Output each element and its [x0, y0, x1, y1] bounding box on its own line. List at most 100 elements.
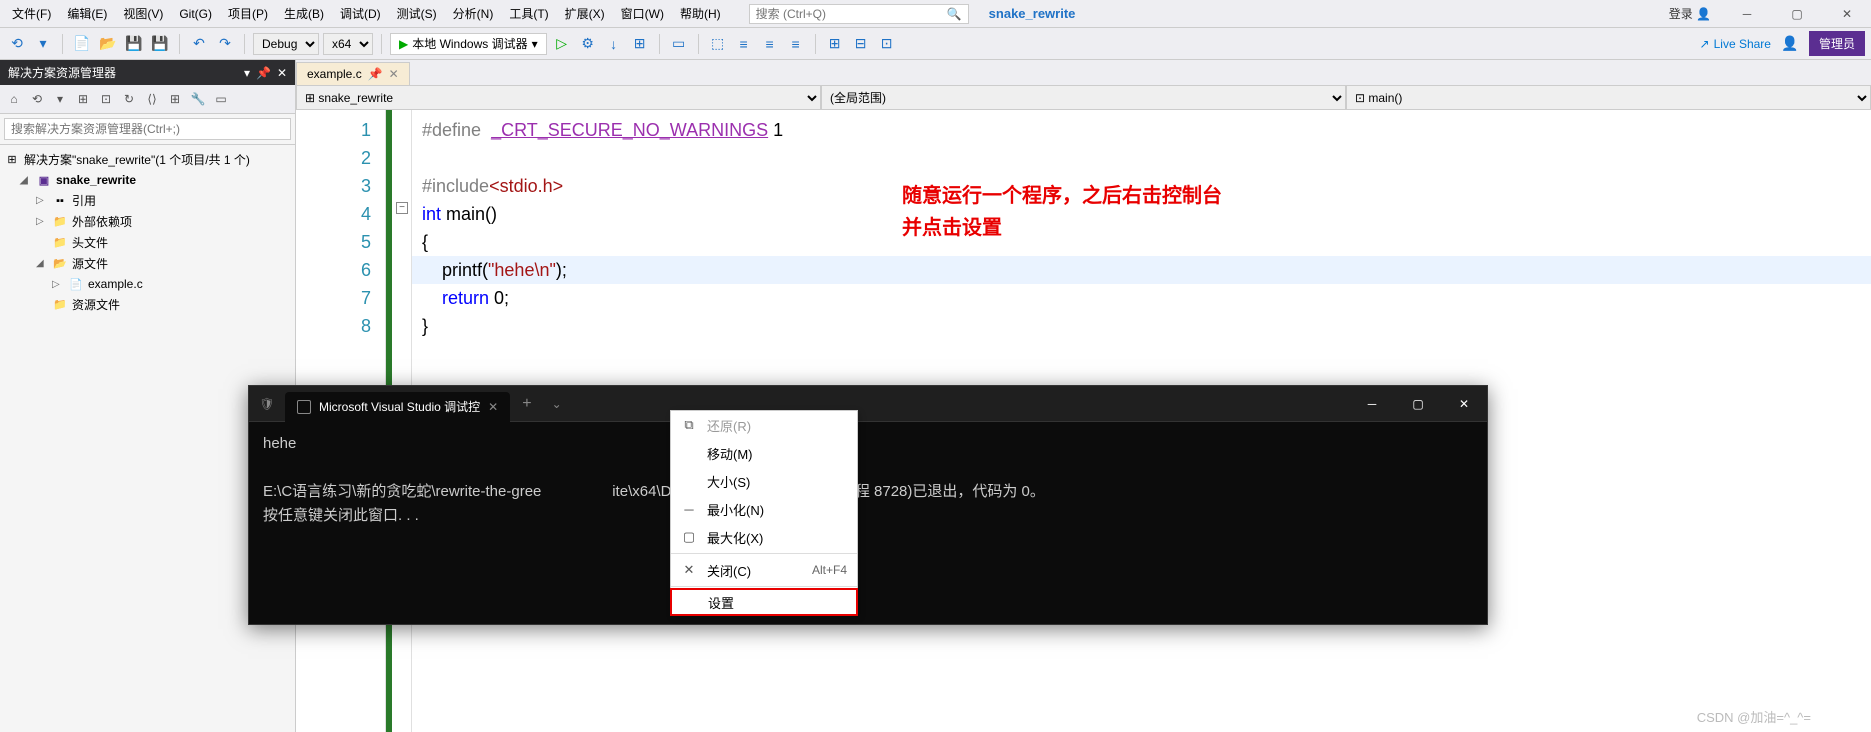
- tool-icon-6[interactable]: ≡: [733, 33, 755, 55]
- project-icon: ▣: [36, 172, 52, 188]
- start-debug-button[interactable]: ▶ 本地 Windows 调试器 ▾: [390, 33, 547, 55]
- menu-window[interactable]: 窗口(W): [613, 1, 672, 26]
- menu-build[interactable]: 生成(B): [276, 1, 332, 26]
- expand-icon[interactable]: ▷: [36, 216, 48, 227]
- close-icon: ✕: [681, 562, 697, 578]
- nav-back-icon[interactable]: ⟲: [6, 33, 28, 55]
- open-icon[interactable]: 📂: [97, 33, 119, 55]
- tool-icon-11[interactable]: ⊡: [876, 33, 898, 55]
- terminal-titlebar[interactable]: 🛡 Microsoft Visual Studio 调试控 ✕ + ⌄ ─ ▢ …: [249, 386, 1487, 422]
- sol-tool-6[interactable]: ↻: [119, 89, 139, 109]
- maximize-button[interactable]: ▢: [1395, 386, 1441, 422]
- ctx-settings[interactable]: 设置: [670, 588, 858, 616]
- menu-project[interactable]: 项目(P): [220, 1, 276, 26]
- menu-analyze[interactable]: 分析(N): [445, 1, 502, 26]
- terminal-tab[interactable]: Microsoft Visual Studio 调试控 ✕: [285, 392, 510, 422]
- vs-icon: [297, 400, 311, 414]
- sol-tool-2[interactable]: ⟲: [27, 89, 47, 109]
- minimize-button[interactable]: ─: [1349, 386, 1395, 422]
- config-select[interactable]: Debug: [253, 33, 319, 55]
- new-file-icon[interactable]: 📄: [71, 33, 93, 55]
- menu-git[interactable]: Git(G): [171, 3, 220, 25]
- menu-test[interactable]: 测试(S): [389, 1, 445, 26]
- menu-help[interactable]: 帮助(H): [672, 1, 729, 26]
- expand-icon[interactable]: ▷: [52, 279, 64, 290]
- solution-root[interactable]: ⊞解决方案"snake_rewrite"(1 个项目/共 1 个): [0, 149, 295, 170]
- nav-scope-select[interactable]: (全局范围): [821, 86, 1346, 110]
- restore-icon: ⧉: [681, 417, 697, 433]
- wrench-icon[interactable]: 🔧: [188, 89, 208, 109]
- menu-file[interactable]: 文件(F): [4, 1, 59, 26]
- menu-extensions[interactable]: 扩展(X): [557, 1, 613, 26]
- expand-icon[interactable]: ◢: [36, 258, 48, 269]
- menu-tools[interactable]: 工具(T): [501, 1, 556, 26]
- menu-edit[interactable]: 编辑(E): [59, 1, 115, 26]
- tab-example-c[interactable]: example.c 📌 ✕: [296, 62, 410, 85]
- expand-icon[interactable]: ▷: [36, 195, 48, 206]
- play-icon: ▶: [399, 37, 408, 51]
- platform-select[interactable]: x64: [323, 33, 373, 55]
- solution-explorer-title: 解决方案资源管理器 ▾📌✕: [0, 60, 295, 85]
- ctx-close[interactable]: ✕关闭(C)Alt+F4: [671, 556, 857, 584]
- sign-in-button[interactable]: 登录 👤: [1663, 1, 1717, 26]
- headers-node[interactable]: 📁头文件: [0, 232, 295, 253]
- sol-tool-4[interactable]: ⊞: [73, 89, 93, 109]
- global-search[interactable]: 🔍: [749, 4, 969, 24]
- references-node[interactable]: ▷▪▪引用: [0, 190, 295, 211]
- home-icon[interactable]: ⌂: [4, 89, 24, 109]
- sol-tool-10[interactable]: ▭: [211, 89, 231, 109]
- minimize-button[interactable]: ─: [1727, 2, 1767, 26]
- save-all-icon[interactable]: 💾: [149, 33, 171, 55]
- close-icon[interactable]: ✕: [488, 400, 498, 414]
- pin-icon[interactable]: 📌: [256, 66, 271, 80]
- resources-node[interactable]: 📁资源文件: [0, 294, 295, 315]
- close-icon[interactable]: ✕: [277, 66, 287, 80]
- ctx-move[interactable]: 移动(M): [671, 439, 857, 467]
- undo-icon[interactable]: ↶: [188, 33, 210, 55]
- close-button[interactable]: ✕: [1827, 2, 1867, 26]
- sol-tool-8[interactable]: ⊞: [165, 89, 185, 109]
- tool-icon-5[interactable]: ⬚: [707, 33, 729, 55]
- menu-debug[interactable]: 调试(D): [332, 1, 389, 26]
- sol-tool-3[interactable]: ▾: [50, 89, 70, 109]
- external-deps-node[interactable]: ▷📁外部依赖项: [0, 211, 295, 232]
- new-tab-button[interactable]: +: [510, 395, 543, 413]
- source-file-node[interactable]: ▷📄example.c: [0, 274, 295, 294]
- live-share-button[interactable]: ↗ Live Share: [1700, 37, 1771, 51]
- project-node[interactable]: ◢▣snake_rewrite: [0, 170, 295, 190]
- feedback-icon[interactable]: 👤: [1779, 33, 1801, 55]
- tool-icon-1[interactable]: ⚙: [577, 33, 599, 55]
- sol-tool-7[interactable]: ⟨⟩: [142, 89, 162, 109]
- tool-icon-9[interactable]: ⊞: [824, 33, 846, 55]
- nav-project-select[interactable]: ⊞ snake_rewrite: [296, 86, 821, 110]
- terminal-body[interactable]: hehe E:\C语言练习\新的贪吃蛇\rewrite-the-gree ite…: [249, 422, 1487, 538]
- tool-icon-3[interactable]: ⊞: [629, 33, 651, 55]
- global-search-input[interactable]: [756, 7, 947, 21]
- menu-view[interactable]: 视图(V): [115, 1, 171, 26]
- sol-tool-5[interactable]: ⊡: [96, 89, 116, 109]
- solution-search-input[interactable]: [4, 118, 291, 140]
- tool-icon-10[interactable]: ⊟: [850, 33, 872, 55]
- close-icon[interactable]: ✕: [389, 67, 399, 81]
- start-nodebug-icon[interactable]: ▷: [551, 33, 573, 55]
- maximize-icon: ▢: [681, 529, 697, 545]
- pin-icon[interactable]: ▾: [244, 66, 250, 80]
- ctx-minimize[interactable]: ─最小化(N): [671, 495, 857, 523]
- expand-icon[interactable]: ◢: [20, 175, 32, 186]
- ctx-maximize[interactable]: ▢最大化(X): [671, 523, 857, 551]
- tool-icon-4[interactable]: ▭: [668, 33, 690, 55]
- tool-icon-8[interactable]: ≡: [785, 33, 807, 55]
- sources-node[interactable]: ◢📂源文件: [0, 253, 295, 274]
- close-button[interactable]: ✕: [1441, 386, 1487, 422]
- chevron-down-icon[interactable]: ⌄: [544, 397, 570, 411]
- collapse-icon[interactable]: −: [396, 202, 408, 214]
- tool-icon-2[interactable]: ↓: [603, 33, 625, 55]
- maximize-button[interactable]: ▢: [1777, 2, 1817, 26]
- ctx-size[interactable]: 大小(S): [671, 467, 857, 495]
- nav-function-select[interactable]: ⊡ main(): [1346, 86, 1871, 110]
- redo-icon[interactable]: ↷: [214, 33, 236, 55]
- pin-icon[interactable]: 📌: [368, 67, 383, 81]
- save-icon[interactable]: 💾: [123, 33, 145, 55]
- nav-fwd-icon[interactable]: ▾: [32, 33, 54, 55]
- tool-icon-7[interactable]: ≡: [759, 33, 781, 55]
